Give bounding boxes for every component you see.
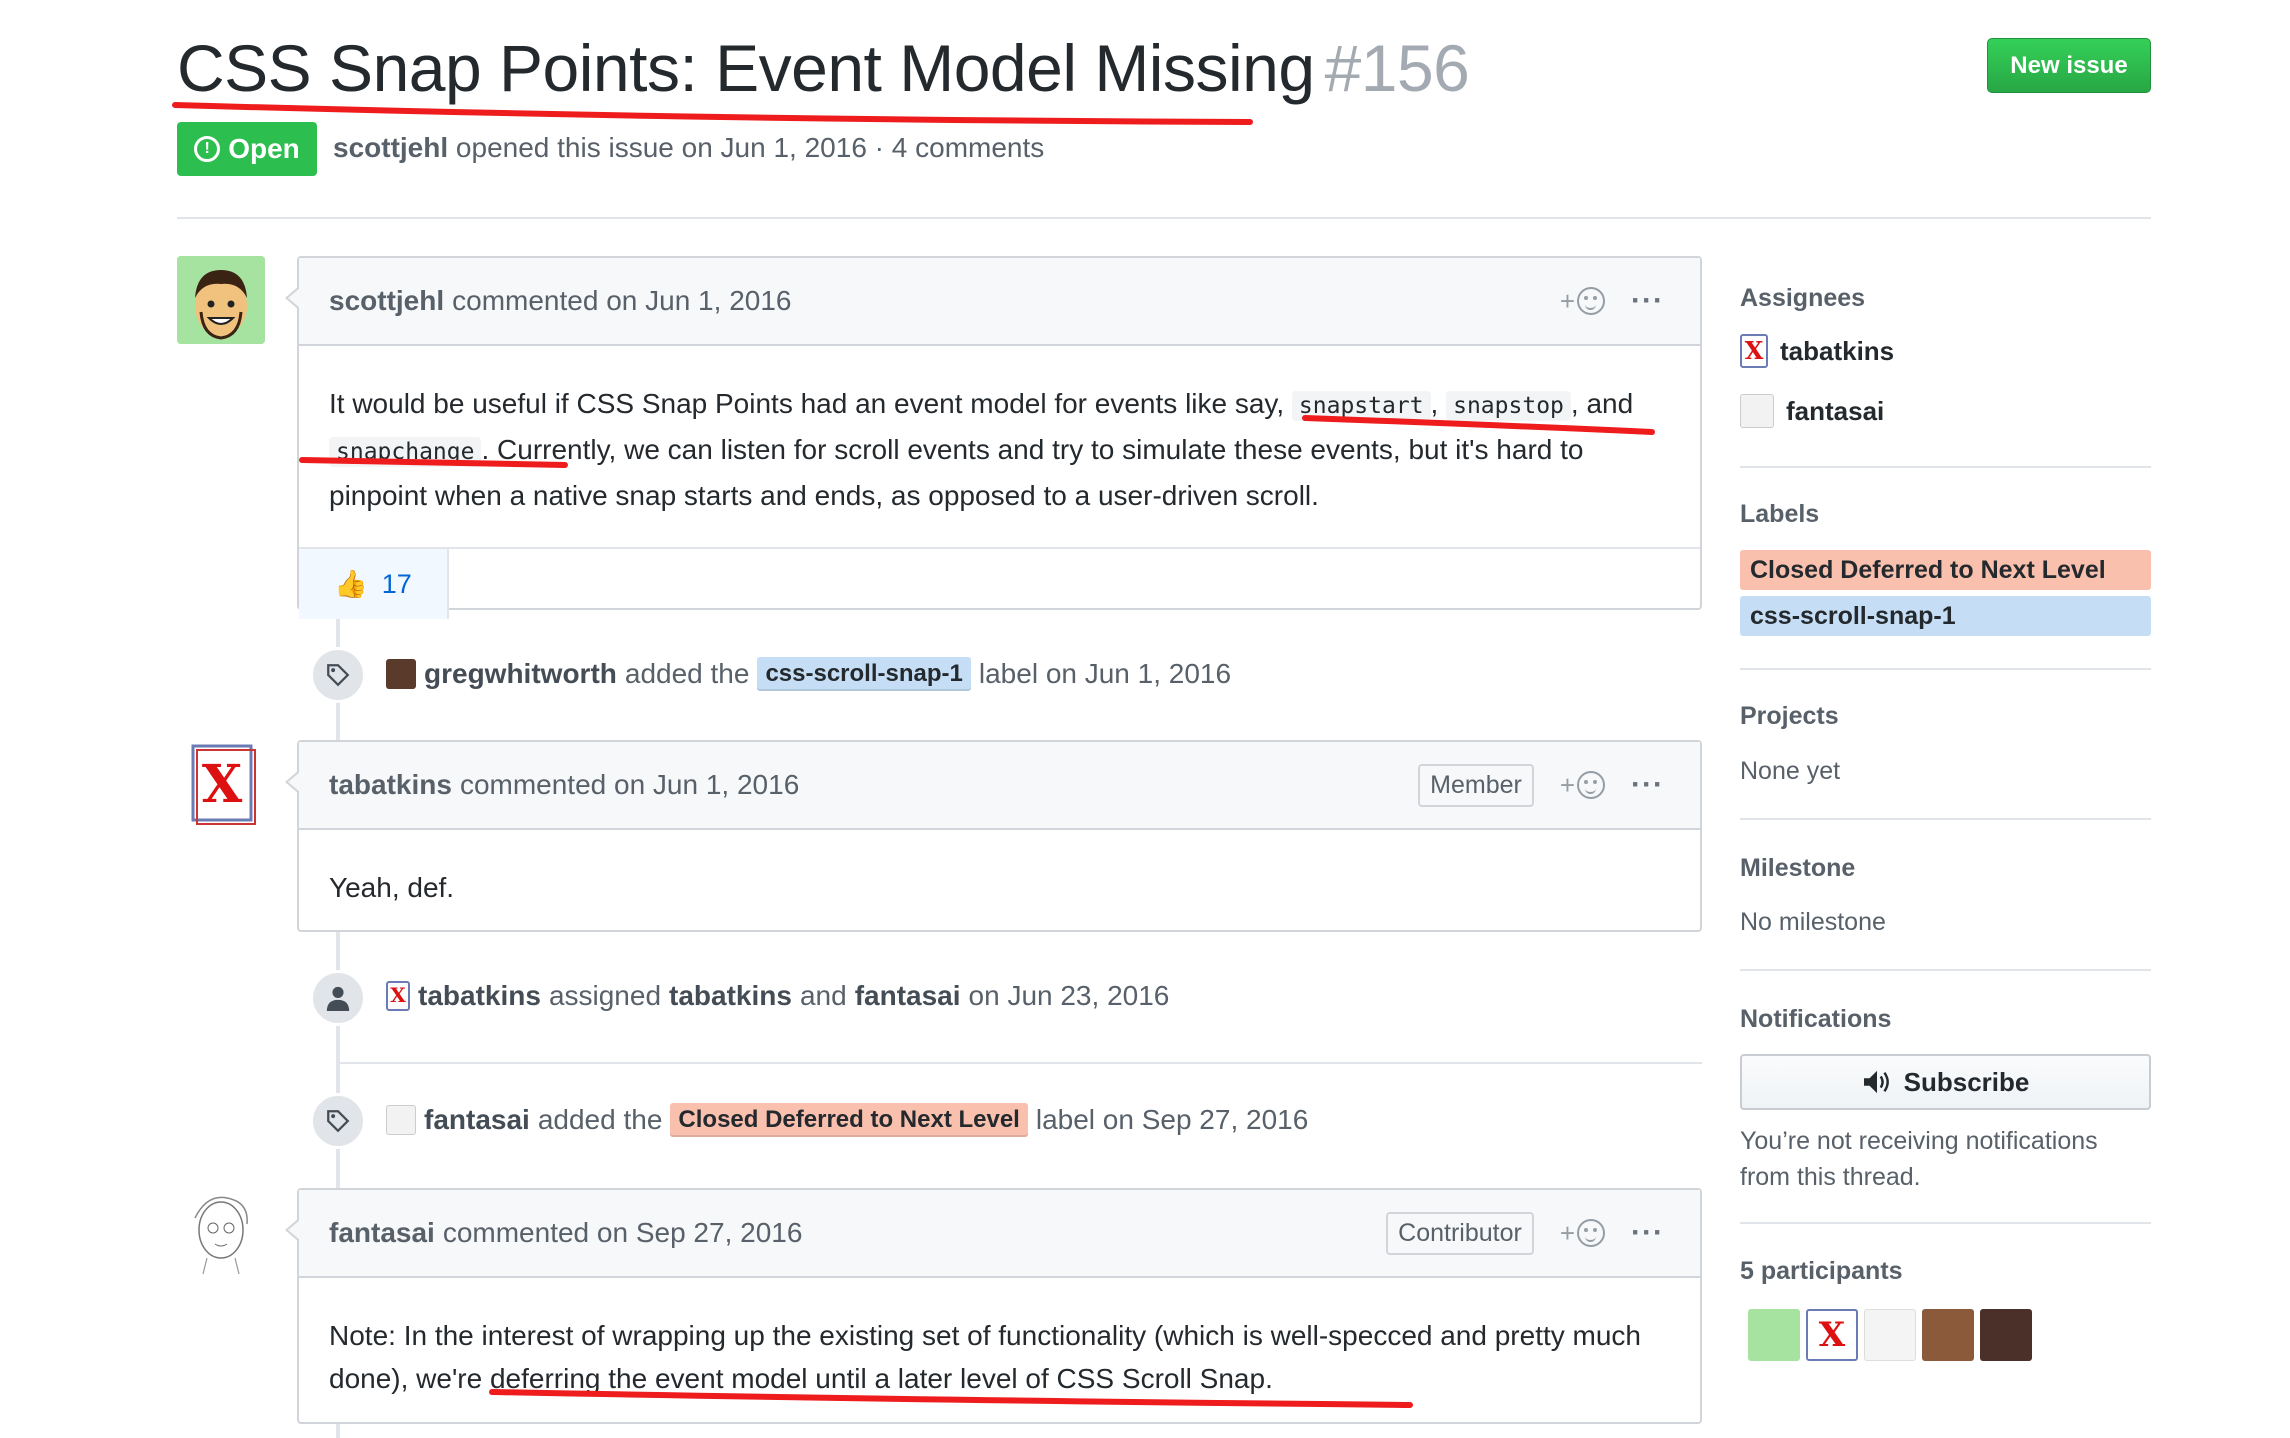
annotation-underline [489, 1389, 1413, 1408]
annotation-underline [172, 102, 1253, 125]
annotation-underline [1302, 415, 1655, 435]
annotation-layer [172, 102, 1655, 1408]
annotation-underline [299, 457, 568, 468]
